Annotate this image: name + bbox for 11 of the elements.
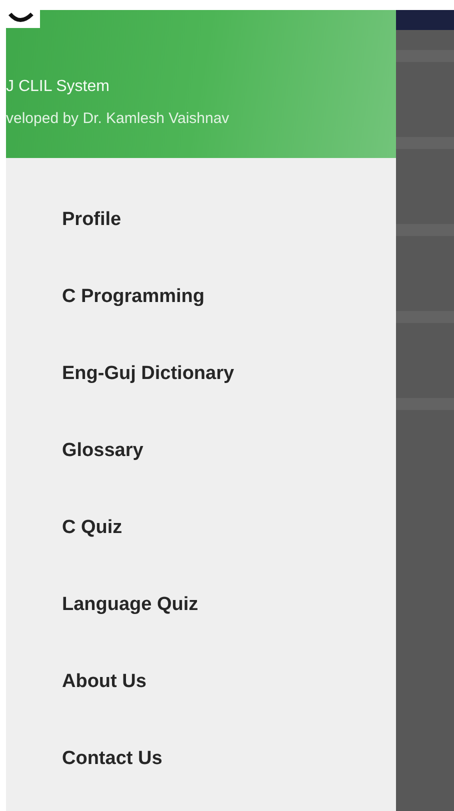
app-bar [396, 10, 454, 30]
menu-item[interactable]: About Us [6, 643, 146, 720]
menu-item[interactable]: C Programming [6, 258, 205, 335]
menu-item[interactable]: Profile [6, 181, 122, 258]
app-title: J CLIL System [6, 78, 110, 96]
menu-item[interactable]: Eng-Guj Dictionary [6, 335, 234, 412]
menu-item[interactable]: C Quiz [6, 489, 122, 566]
menu-item[interactable]: Glossary [6, 412, 144, 489]
menu-item[interactable]: Contact Us [6, 720, 162, 797]
developer-credit: veloped by Dr. Kamlesh Vaishnav [6, 110, 230, 127]
menu-item[interactable]: Language Quiz [6, 566, 198, 643]
